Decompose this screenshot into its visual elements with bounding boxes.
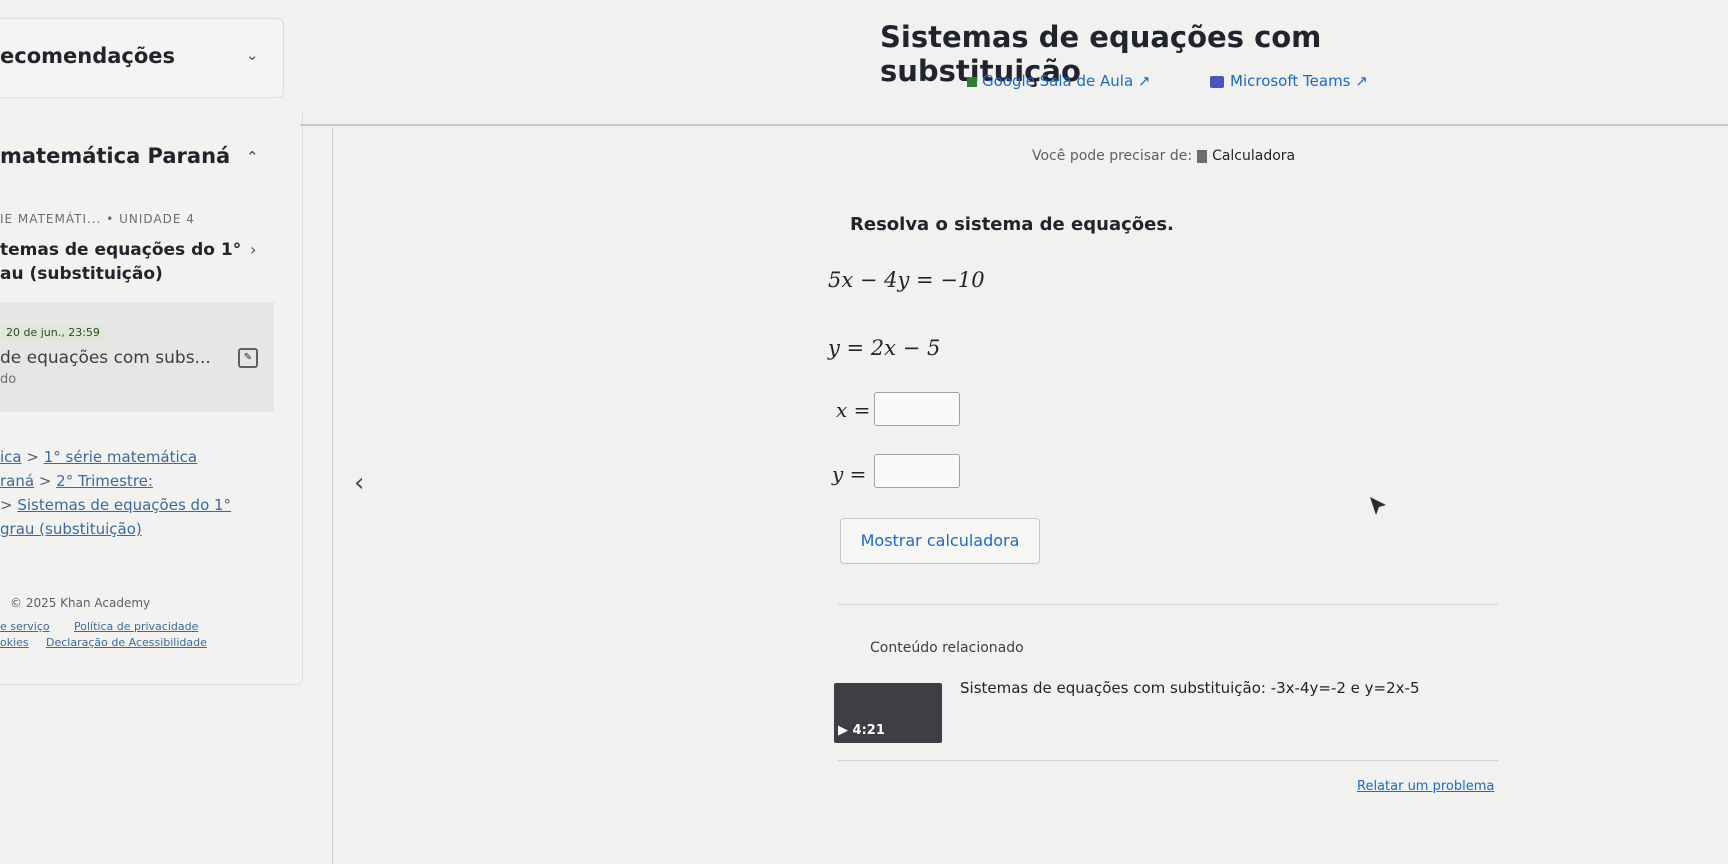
video-duration: ▶ 4:21 [838, 723, 885, 738]
copyright: © 2025 Khan Academy [10, 596, 151, 610]
google-classroom-icon [967, 76, 977, 87]
breadcrumb-link[interactable]: 2° Trimestre: [56, 472, 153, 490]
microsoft-teams-icon [1210, 75, 1224, 88]
exercise-type-icon: ✎ [238, 348, 258, 368]
breadcrumb-link[interactable]: Sistemas de equações do 1° [17, 496, 231, 514]
answer-x-input[interactable] [874, 392, 960, 426]
recommendations-title[interactable]: ecomendações [0, 44, 175, 68]
equation-1: 5x − 4y = −10 [828, 268, 985, 292]
share-google-label[interactable]: Google Sala de Aula ↗ [982, 72, 1151, 90]
chevron-down-icon[interactable]: ⌄ [246, 46, 259, 64]
calculator-icon [1197, 149, 1208, 163]
answer-x-label: x = [836, 398, 871, 422]
breadcrumb-separator: > [0, 496, 18, 514]
breadcrumb-prefix[interactable]: ica [0, 448, 22, 466]
tool-hint-prefix: Você pode precisar de: [1032, 148, 1193, 164]
lesson-title-line1[interactable]: temas de equações do 1° [0, 240, 241, 260]
breadcrumb-link[interactable]: 1° série matemática [44, 448, 197, 466]
section-divider [838, 604, 1498, 605]
breadcrumb-link[interactable]: grau (substituição) [0, 520, 142, 538]
show-calculator-button[interactable]: Mostrar calculadora [840, 518, 1040, 564]
tool-hint-calculator[interactable]: Calculadora [1212, 148, 1295, 164]
footer-link-cookies[interactable]: okies [0, 636, 29, 649]
exercise-prompt: Resolva o sistema de equações. [850, 214, 1174, 235]
report-problem-link[interactable]: Relatar um problema [1357, 779, 1494, 794]
footer-link-accessibility[interactable]: Declaração de Acessibilidade [46, 636, 207, 649]
course-title[interactable]: matemática Paraná [0, 144, 230, 168]
share-microsoft-teams[interactable]: Microsoft Teams ↗ [1210, 72, 1368, 90]
breadcrumb-lesson-cont[interactable]: grau (substituição) [0, 520, 142, 538]
content-border [332, 128, 333, 864]
breadcrumb-prefix[interactable]: raná [0, 472, 34, 490]
answer-y-input[interactable] [874, 454, 960, 488]
breadcrumb-unit[interactable]: raná > 2° Trimestre: [0, 472, 153, 490]
section-divider-2 [838, 760, 1498, 761]
footer-link-terms[interactable]: e serviço [0, 620, 50, 633]
tool-hint: Você pode precisar de: Calculadora [1032, 148, 1295, 164]
lesson-title-line2[interactable]: au (substituição) [0, 264, 163, 284]
footer-link-privacy[interactable]: Política de privacidade [74, 620, 198, 633]
breadcrumb-lesson[interactable]: > Sistemas de equações do 1° [0, 496, 231, 514]
active-exercise-subtitle: do [0, 372, 17, 387]
breadcrumb-separator: > [21, 448, 44, 466]
active-exercise-title[interactable]: de equações com subs... [0, 348, 211, 368]
unit-breadcrumb[interactable]: IE MATEMÁTI... • UNIDADE 4 [0, 212, 195, 226]
chevron-right-icon[interactable]: › [250, 240, 256, 259]
equation-2: y = 2x − 5 [828, 336, 941, 360]
share-teams-label[interactable]: Microsoft Teams ↗ [1230, 72, 1368, 90]
share-google-classroom[interactable]: Google Sala de Aula ↗ [967, 72, 1151, 90]
related-content-title: Conteúdo relacionado [870, 640, 1024, 656]
answer-y-label: y = [832, 462, 867, 486]
breadcrumb-separator: > [34, 472, 57, 490]
due-date-badge: 20 de jun., 23:59 [2, 325, 104, 340]
chevron-up-icon[interactable]: ⌃ [246, 148, 259, 166]
breadcrumb-course[interactable]: ica > 1° série matemática [0, 448, 197, 466]
related-video-link[interactable]: Sistemas de equações com substituição: -… [960, 679, 1420, 697]
mouse-pointer-icon [1370, 497, 1386, 515]
chevron-left-icon[interactable]: ‹ [354, 468, 364, 498]
header-divider [300, 124, 1728, 126]
